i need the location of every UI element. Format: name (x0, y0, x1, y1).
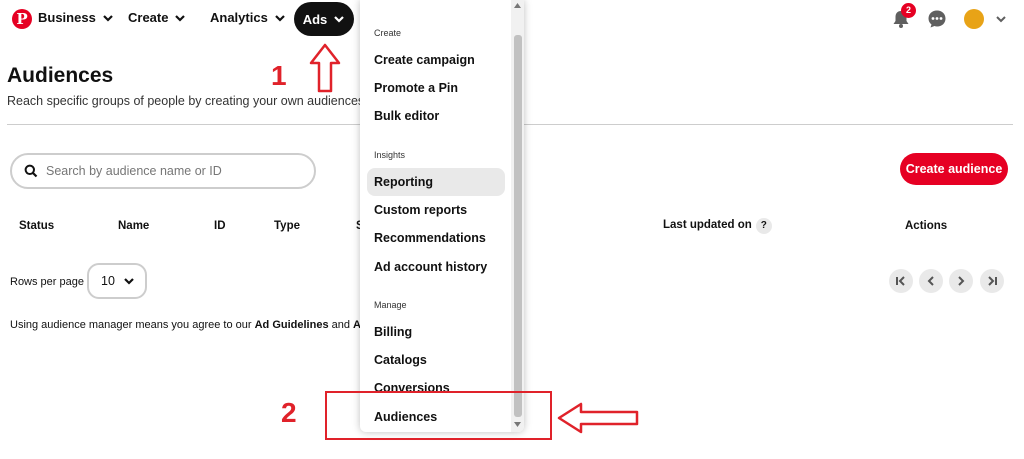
nav-ads-label: Ads (302, 11, 328, 27)
column-name[interactable]: Name (118, 220, 149, 232)
nav-create-label: Create (128, 10, 169, 25)
scroll-up-icon[interactable] (514, 3, 521, 8)
nav-ads[interactable]: Ads (294, 2, 354, 36)
search-input[interactable] (46, 164, 296, 178)
column-id[interactable]: ID (214, 220, 226, 232)
menu-item-create-campaign[interactable]: Create campaign (367, 46, 505, 74)
nav-business-label: Business (38, 10, 96, 25)
menu-scrollbar[interactable] (511, 0, 524, 432)
first-page-icon (896, 276, 905, 286)
create-audience-button[interactable]: Create audience (900, 153, 1008, 185)
pinterest-logo-icon[interactable]: P (12, 9, 32, 29)
legal-notice: Using audience manager means you agree t… (10, 319, 379, 331)
avatar-icon[interactable] (964, 9, 984, 29)
menu-item-recommendations[interactable]: Recommendations (367, 224, 505, 252)
ads-dropdown-menu: Create Create campaign Promote a Pin Bul… (360, 0, 524, 432)
annotation-step-2: 2 (281, 397, 297, 428)
search-box[interactable] (10, 153, 316, 189)
first-page-button[interactable] (889, 269, 913, 293)
menu-scroll-thumb[interactable] (514, 35, 522, 417)
search-icon (24, 164, 38, 178)
nav-business[interactable]: Business (38, 10, 114, 25)
notification-badge: 2 (901, 3, 916, 18)
menu-item-reporting[interactable]: Reporting (367, 168, 505, 196)
column-type[interactable]: Type (274, 220, 300, 232)
legal-prefix: Using audience manager means you agree t… (10, 319, 255, 331)
page-title: Audiences (7, 64, 114, 87)
rows-per-page-value: 10 (101, 274, 115, 288)
next-page-button[interactable] (949, 269, 973, 293)
menu-section-insights: Insights (374, 150, 406, 160)
chat-icon[interactable] (927, 9, 947, 29)
chevron-down-icon (275, 14, 285, 22)
chevron-down-icon (175, 14, 186, 22)
rows-per-page-select[interactable]: 10 (87, 263, 147, 299)
chevron-down-icon (103, 14, 113, 22)
menu-item-promote-pin[interactable]: Promote a Pin (367, 74, 505, 102)
chevron-down-icon[interactable] (995, 13, 1007, 25)
next-page-icon (958, 276, 965, 286)
last-page-icon (988, 276, 997, 286)
menu-section-create: Create (374, 28, 402, 38)
menu-item-custom-reports[interactable]: Custom reports (367, 196, 505, 224)
menu-item-bulk-editor[interactable]: Bulk editor (367, 102, 505, 130)
nav-analytics-label: Analytics (210, 10, 268, 25)
nav-analytics[interactable]: Analytics (210, 10, 286, 25)
column-last-updated-label: Last updated on (663, 219, 752, 231)
column-last-updated[interactable]: Last updated on? (663, 218, 772, 234)
annotation-up-arrow-icon (309, 43, 341, 93)
menu-item-ad-account-history[interactable]: Ad account history (367, 253, 505, 281)
menu-section-manage: Manage (374, 300, 407, 310)
chevron-down-icon (334, 16, 345, 23)
menu-item-billing[interactable]: Billing (367, 318, 505, 346)
chevron-down-icon (124, 278, 134, 285)
column-actions: Actions (905, 220, 948, 232)
help-icon[interactable]: ? (755, 218, 772, 234)
ad-guidelines-link[interactable]: Ad Guidelines (255, 319, 329, 331)
nav-create[interactable]: Create (128, 10, 186, 25)
legal-middle: and (328, 319, 354, 331)
annotation-highlight-box (325, 391, 552, 440)
menu-item-catalogs[interactable]: Catalogs (367, 346, 505, 374)
prev-page-icon (927, 276, 934, 286)
column-status[interactable]: Status (19, 220, 54, 232)
annotation-left-arrow-icon (557, 402, 639, 434)
last-page-button[interactable] (980, 269, 1004, 293)
prev-page-button[interactable] (919, 269, 943, 293)
annotation-step-1: 1 (271, 60, 287, 91)
page-subtitle: Reach specific groups of people by creat… (7, 94, 368, 108)
rows-per-page-label: Rows per page (10, 276, 84, 288)
